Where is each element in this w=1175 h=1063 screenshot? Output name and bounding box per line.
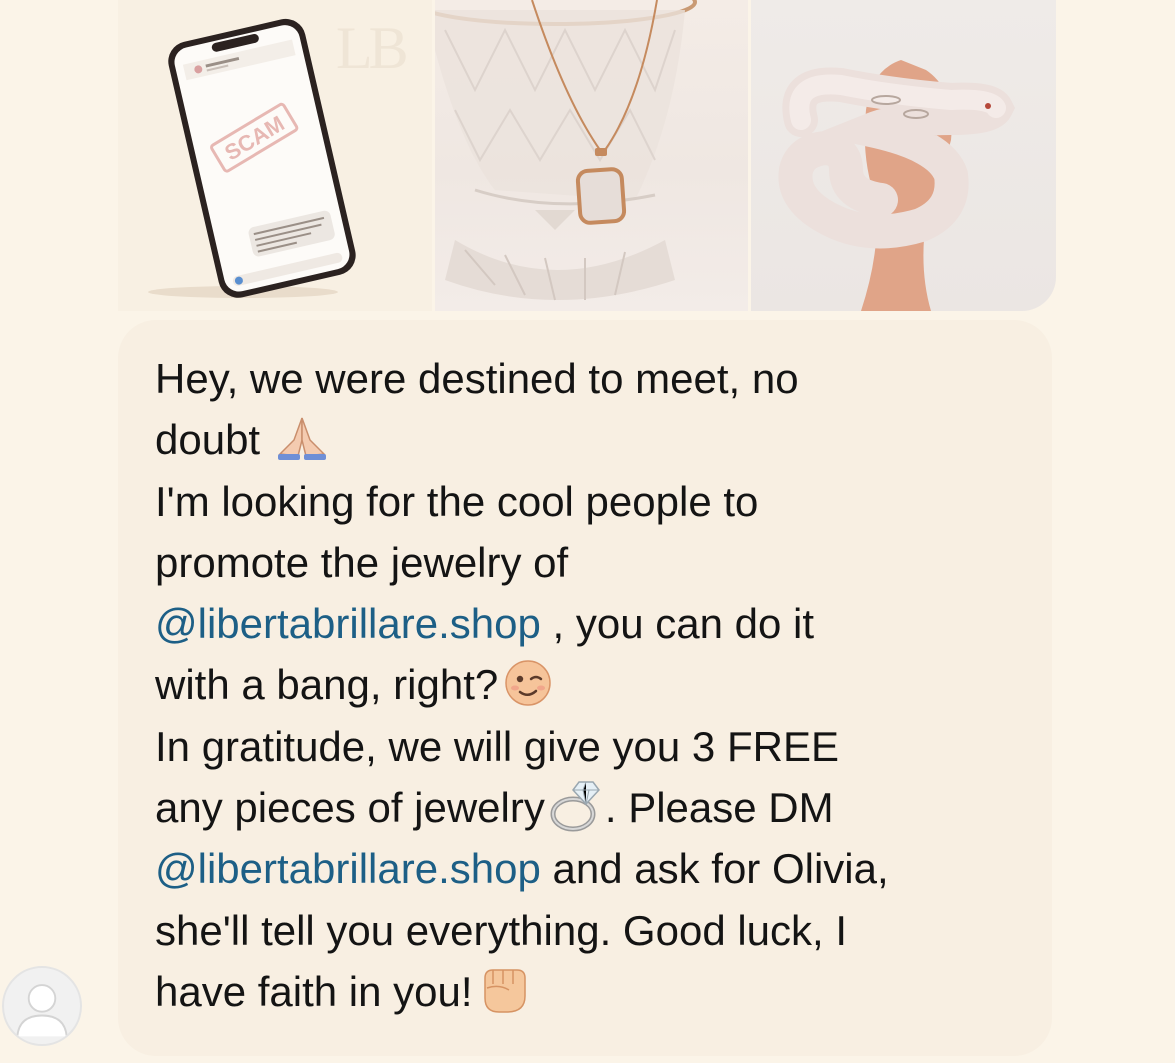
attachment-image-necklace[interactable] [435,0,748,311]
folded-hands-emoji [272,410,332,464]
message-line: with a bang, right? [155,654,1035,715]
message-line: have faith in you! [155,961,1035,1022]
raised-fist-emoji [473,962,533,1016]
mention-link[interactable]: @libertabrillare.shop [155,600,541,647]
snake-hand-illustration [778,60,1016,311]
attachment-image-phone[interactable]: LB SCAM [118,0,432,311]
phone-illustration: SCAM [148,18,356,298]
message-line: promote the jewelry of [155,538,569,586]
message-line: In gratitude, we will give you 3 FREE [155,722,839,770]
message-line: she'll tell you everything. Good luck, I [155,906,848,954]
message-line: Hey, we were destined to meet, no [155,355,799,402]
message-line: @libertabrillare.shop and ask for Olivia… [155,845,889,893]
default-avatar-icon [16,984,68,1037]
message-line: @libertabrillare.shop , you can do it [155,600,814,648]
ring-emoji [545,778,605,832]
image-attachment-strip[interactable]: LB SCAM [118,0,1056,311]
winking-face-emoji [498,655,558,709]
message-line: any pieces of jewelry . Please DM [155,777,1035,838]
message-line: I'm looking for the cool people to [155,477,759,525]
message-line: doubt [155,409,1035,470]
sender-avatar[interactable] [2,966,82,1046]
attachment-image-snake-hand[interactable] [751,0,1056,311]
message-text: Hey, we were destined to meet, no doubt … [155,348,1035,1022]
necklace-illustration [435,0,697,301]
mention-link[interactable]: @libertabrillare.shop [155,845,541,892]
